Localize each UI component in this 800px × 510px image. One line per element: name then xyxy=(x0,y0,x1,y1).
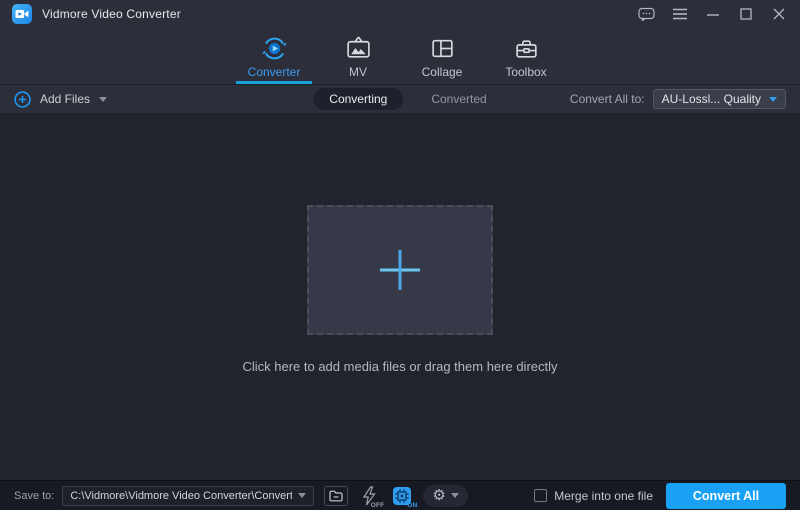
menu-icon[interactable] xyxy=(671,5,689,23)
save-path-caret-icon[interactable] xyxy=(298,493,306,498)
gear-icon: ⚙ xyxy=(432,488,445,503)
add-files-caret-icon xyxy=(99,97,107,102)
settings-button[interactable]: ⚙ xyxy=(423,485,467,507)
add-files-label: Add Files xyxy=(40,92,90,106)
save-to-label: Save to: xyxy=(14,490,54,502)
convert-all-to-label: Convert All to: xyxy=(570,92,645,106)
merge-checkbox-label: Merge into one file xyxy=(554,489,653,503)
output-format-dropdown[interactable]: AU-Lossl... Quality xyxy=(653,89,786,109)
tab-label: Toolbox xyxy=(505,65,546,79)
collage-icon xyxy=(429,35,456,62)
output-format-caret-icon xyxy=(769,97,777,102)
save-path-input[interactable]: C:\Vidmore\Vidmore Video Converter\Conve… xyxy=(62,486,314,506)
add-files-plus-icon xyxy=(14,91,31,108)
minimize-icon[interactable] xyxy=(704,5,722,23)
tab-converter[interactable]: Converter xyxy=(239,28,309,84)
tab-label: Collage xyxy=(422,65,463,79)
window-title: Vidmore Video Converter xyxy=(42,7,181,21)
app-logo-icon xyxy=(12,4,32,24)
converter-icon xyxy=(261,35,288,62)
add-media-dropzone[interactable] xyxy=(307,205,493,335)
dropzone-plus-icon xyxy=(372,242,428,298)
hardware-acceleration-toggle[interactable]: ON xyxy=(390,484,414,508)
mv-icon xyxy=(345,35,372,62)
footer-bar: Save to: C:\Vidmore\Vidmore Video Conver… xyxy=(0,480,800,510)
converting-tab[interactable]: Converting xyxy=(313,88,403,110)
app-window: Vidmore Video Converter xyxy=(0,0,800,510)
converted-tab[interactable]: Converted xyxy=(431,92,486,106)
merge-into-one-file-option[interactable]: Merge into one file xyxy=(534,489,653,503)
tab-mv[interactable]: MV xyxy=(323,28,393,84)
file-list-area: Click here to add media files or drag th… xyxy=(0,113,800,480)
save-path-value: C:\Vidmore\Vidmore Video Converter\Conve… xyxy=(70,490,292,502)
maximize-icon[interactable] xyxy=(737,5,755,23)
main-nav: Converter MV Collage xyxy=(0,28,800,85)
tab-label: MV xyxy=(349,65,367,79)
hardware-acceleration-state-badge: ON xyxy=(407,502,417,509)
toolbox-icon xyxy=(513,35,540,62)
output-format-value: AU-Lossl... Quality xyxy=(662,92,761,106)
settings-caret-icon xyxy=(451,493,459,498)
feedback-icon[interactable] xyxy=(638,5,656,23)
active-tab-underline xyxy=(236,81,312,84)
high-speed-toggle[interactable]: OFF xyxy=(357,484,381,508)
tab-toolbox[interactable]: Toolbox xyxy=(491,28,561,84)
titlebar: Vidmore Video Converter xyxy=(0,0,800,28)
add-files-button[interactable]: Add Files xyxy=(14,91,107,108)
high-speed-state-badge: OFF xyxy=(371,502,385,509)
open-folder-button[interactable] xyxy=(324,486,348,506)
convert-all-button[interactable]: Convert All xyxy=(666,483,786,509)
tab-label: Converter xyxy=(248,65,301,79)
tab-collage[interactable]: Collage xyxy=(407,28,477,84)
close-icon[interactable] xyxy=(770,5,788,23)
merge-checkbox[interactable] xyxy=(534,489,547,502)
sub-toolbar: Add Files Converting Converted Convert A… xyxy=(0,85,800,113)
dropzone-hint-text[interactable]: Click here to add media files or drag th… xyxy=(0,359,800,374)
